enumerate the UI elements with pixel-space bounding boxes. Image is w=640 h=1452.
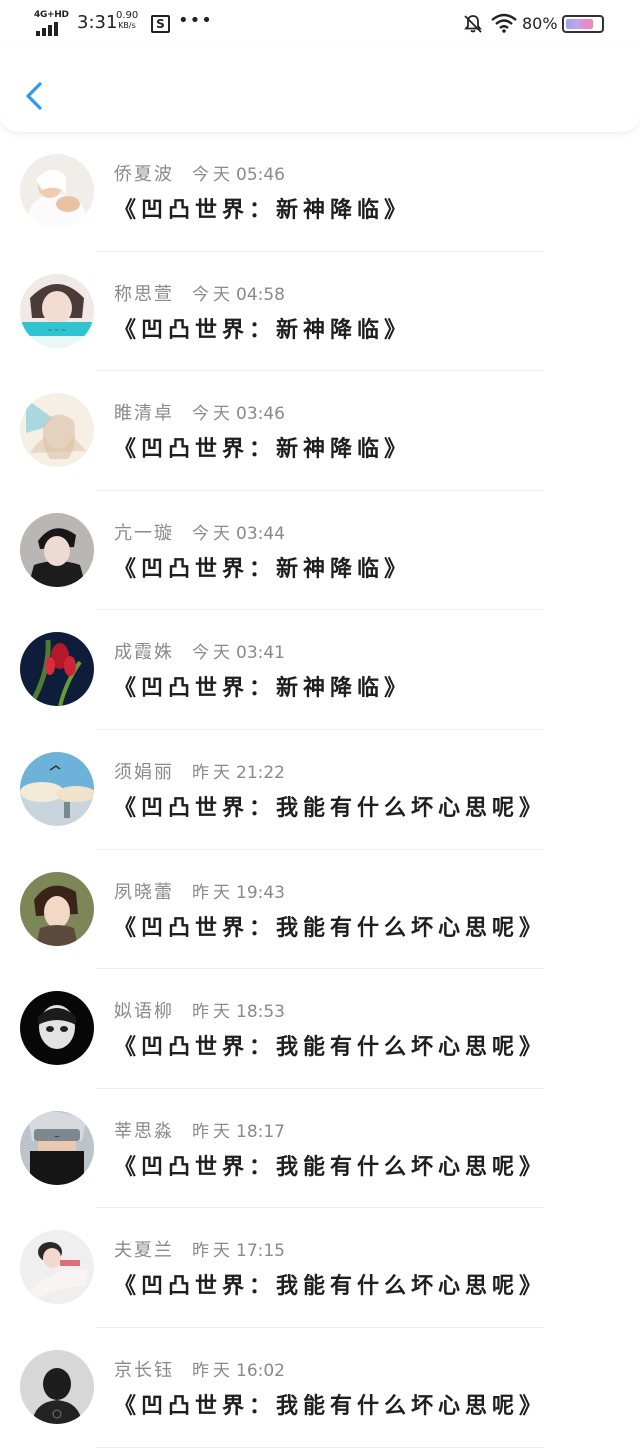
message-meta: 姒语柳 昨天 18:53: [114, 997, 285, 1023]
message-time: 03:44: [236, 523, 285, 544]
svg-text:~: ~: [54, 1132, 61, 1141]
signal-indicator: 4G+HD: [34, 10, 70, 36]
message-time: 21:22: [236, 762, 285, 783]
message-row[interactable]: 睢清卓 今天 03:46 《凹凸世界：新神降临》: [0, 371, 640, 491]
bell-muted-icon: [464, 15, 482, 33]
wifi-icon: [491, 13, 517, 33]
network-speed-value: 0.90: [116, 10, 139, 21]
row-divider: [96, 1446, 544, 1448]
message-text: 《凹凸世界：新神降临》: [114, 317, 412, 343]
sender-name[interactable]: 称思萱: [114, 280, 174, 306]
message-day: 今天: [192, 523, 234, 544]
avatar[interactable]: ~: [20, 1110, 94, 1185]
message-day: 今天: [192, 284, 234, 305]
message-meta: 侨夏波 今天 05:46: [114, 160, 285, 186]
sender-name[interactable]: 莘思淼: [114, 1117, 174, 1143]
message-time: 03:46: [236, 404, 285, 425]
sender-name[interactable]: 夙晓蕾: [114, 878, 174, 904]
message-text: 《凹凸世界：我能有什么坏心思呢》: [114, 915, 547, 941]
message-list: 侨夏波 今天 05:46 《凹凸世界：新神降临》 ~ ~ ~ 称思萱 今天 04:58 《凹凸世…: [0, 132, 640, 1448]
message-row[interactable]: 亢一璇 今天 03:44 《凹凸世界：新神降临》: [0, 491, 640, 611]
signal-bars-icon: [36, 22, 58, 36]
message-meta: 夫夏兰 昨天 17:15: [114, 1236, 285, 1262]
avatar[interactable]: [20, 632, 94, 707]
sender-name[interactable]: 京长钰: [114, 1356, 174, 1382]
battery-percent: 80%: [522, 14, 558, 33]
message-day: 昨天: [192, 762, 234, 783]
message-day: 昨天: [192, 1002, 234, 1023]
chevron-left-icon[interactable]: [18, 76, 50, 116]
message-row[interactable]: 侨夏波 今天 05:46 《凹凸世界：新神降临》: [0, 132, 640, 252]
avatar[interactable]: [20, 393, 94, 468]
message-text: 《凹凸世界：我能有什么坏心思呢》: [114, 1035, 547, 1061]
sender-name[interactable]: 亢一璇: [114, 519, 174, 545]
avatar[interactable]: ~ ~ ~: [20, 273, 94, 348]
avatar[interactable]: [20, 991, 94, 1066]
message-text: 《凹凸世界：新神降临》: [114, 198, 412, 223]
message-time: 03:41: [236, 643, 285, 664]
network-speed: 0.90 KB/s: [116, 11, 138, 31]
message-text: 《凹凸世界：新神降临》: [114, 437, 412, 463]
avatar[interactable]: [20, 871, 94, 946]
message-day: 昨天: [192, 1360, 234, 1381]
message-meta: 亢一璇 今天 03:44: [114, 519, 285, 545]
message-row[interactable]: 须娟丽 昨天 21:22 《凹凸世界：我能有什么坏心思呢》: [0, 730, 640, 850]
sender-name[interactable]: 成霞姝: [114, 638, 174, 664]
sender-name[interactable]: 须娟丽: [114, 758, 174, 784]
message-text: 《凹凸世界：我能有什么坏心思呢》: [114, 1274, 547, 1300]
sender-name[interactable]: 姒语柳: [114, 997, 174, 1023]
message-meta: 睢清卓 今天 03:46: [114, 399, 285, 425]
message-time: 04:58: [236, 284, 285, 305]
message-meta: 莘思淼 昨天 18:17: [114, 1117, 285, 1143]
app-s-icon: S: [151, 15, 170, 33]
message-row[interactable]: 姒语柳 昨天 18:53 《凹凸世界：我能有什么坏心思呢》: [0, 969, 640, 1089]
message-row[interactable]: 成霞姝 今天 03:41 《凹凸世界：新神降临》: [0, 610, 640, 730]
avatar[interactable]: [20, 1349, 94, 1424]
message-meta: 成霞姝 今天 03:41: [114, 638, 285, 664]
message-day: 今天: [192, 643, 234, 664]
message-day: 昨天: [192, 1241, 234, 1262]
message-meta: 称思萱 今天 04:58: [114, 280, 285, 306]
sender-name[interactable]: 睢清卓: [114, 399, 174, 425]
message-text: 《凹凸世界：我能有什么坏心思呢》: [114, 1393, 547, 1419]
avatar[interactable]: [20, 751, 94, 826]
message-text: 《凹凸世界：新神降临》: [114, 676, 412, 702]
message-day: 今天: [192, 165, 234, 185]
sender-name[interactable]: 侨夏波: [114, 160, 174, 186]
message-text: 《凹凸世界：我能有什么坏心思呢》: [114, 795, 547, 821]
message-time: 05:46: [236, 165, 285, 185]
svg-text:~ ~ ~: ~ ~ ~: [48, 327, 67, 334]
sender-name[interactable]: 夫夏兰: [114, 1236, 174, 1262]
message-text: 《凹凸世界：新神降临》: [114, 556, 412, 582]
message-row[interactable]: 夫夏兰 昨天 17:15 《凹凸世界：我能有什么坏心思呢》: [0, 1208, 640, 1328]
network-speed-unit: KB/s: [118, 21, 136, 30]
status-time: 3:31: [77, 12, 118, 33]
message-row[interactable]: ~ ~ ~ 称思萱 今天 04:58 《凹凸世界：新神降临》: [0, 252, 640, 372]
message-time: 19:43: [236, 882, 285, 903]
message-row[interactable]: ~ 莘思淼 昨天 18:17 《凹凸世界：我能有什么坏心思呢》: [0, 1089, 640, 1209]
more-notifications-icon: •••: [178, 10, 213, 31]
message-meta: 京长钰 昨天 16:02: [114, 1356, 285, 1382]
avatar[interactable]: [20, 512, 94, 587]
network-type-label: 4G+HD: [34, 10, 69, 20]
app-header: [0, 46, 640, 132]
message-text: 《凹凸世界：我能有什么坏心思呢》: [114, 1154, 547, 1180]
battery-icon: [562, 15, 604, 33]
message-time: 17:15: [236, 1241, 285, 1262]
message-day: 昨天: [192, 1121, 234, 1142]
message-time: 16:02: [236, 1360, 285, 1381]
avatar[interactable]: [20, 1230, 94, 1305]
message-day: 昨天: [192, 882, 234, 903]
message-meta: 夙晓蕾 昨天 19:43: [114, 878, 285, 904]
message-row[interactable]: 夙晓蕾 昨天 19:43 《凹凸世界：我能有什么坏心思呢》: [0, 850, 640, 970]
message-time: 18:53: [236, 1002, 285, 1023]
battery-level-fill: [566, 19, 594, 29]
avatar[interactable]: [20, 154, 94, 228]
status-bar: 4G+HD 3:31 0.90 KB/s S ••• 80%: [0, 0, 640, 46]
message-meta: 须娟丽 昨天 21:22: [114, 758, 285, 784]
message-day: 今天: [192, 404, 234, 425]
message-row[interactable]: 京长钰 昨天 16:02 《凹凸世界：我能有什么坏心思呢》: [0, 1328, 640, 1448]
message-time: 18:17: [236, 1121, 285, 1142]
